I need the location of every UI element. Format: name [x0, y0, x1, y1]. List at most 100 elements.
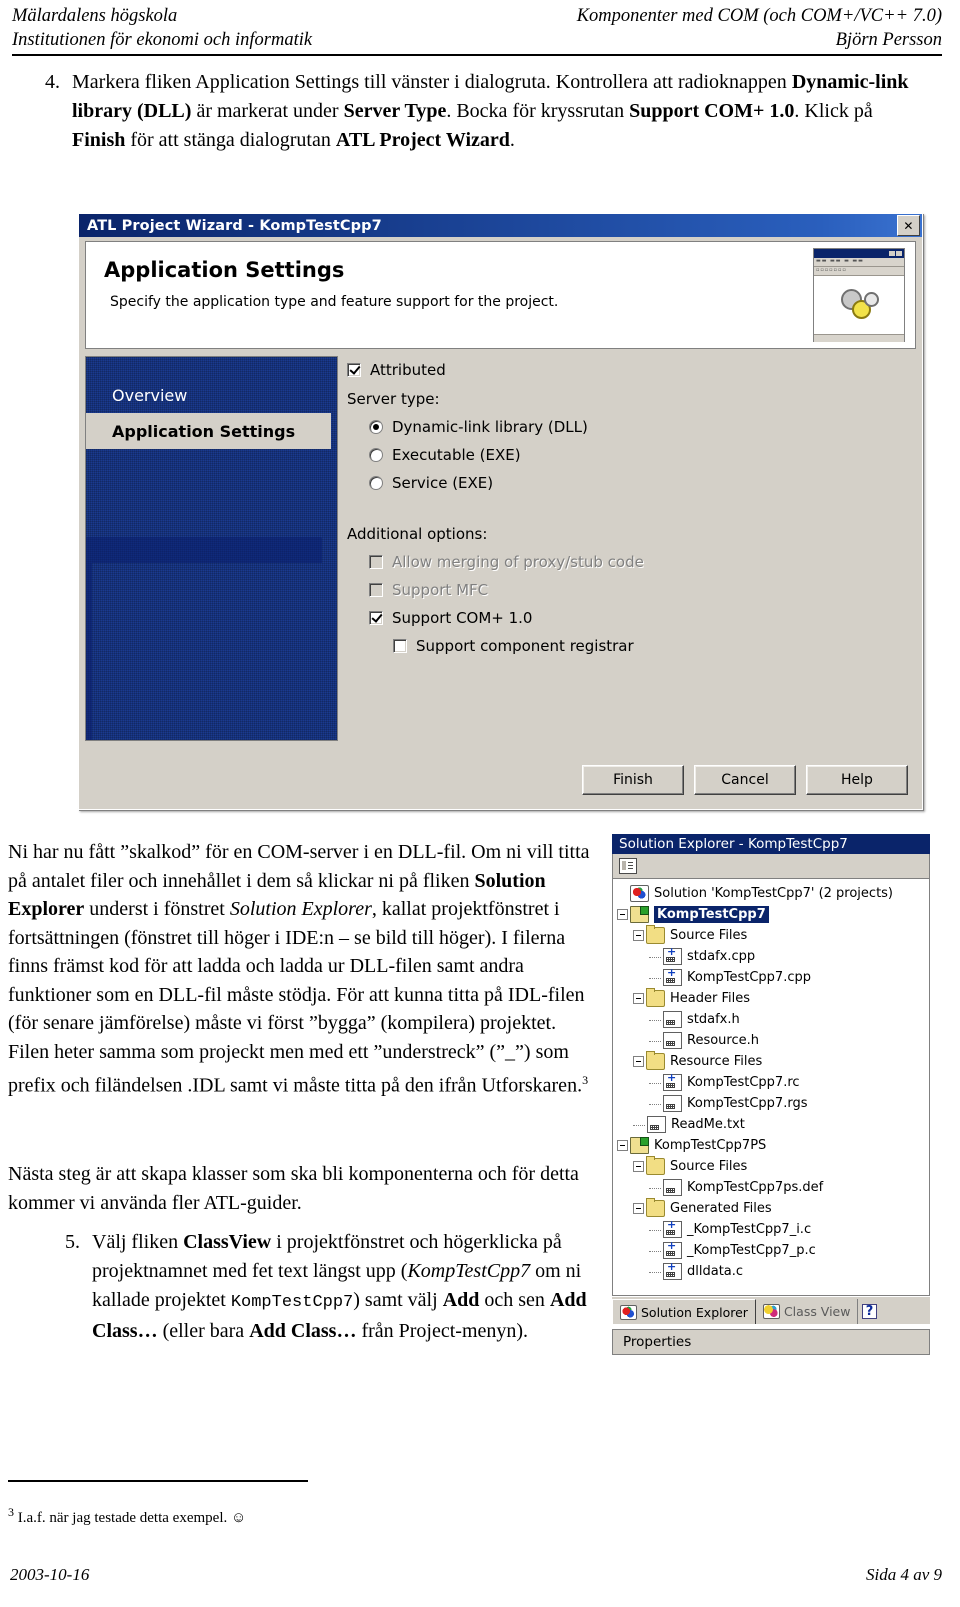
tree-item-project-komptestcpp7ps[interactable]: KompTestCpp7PS — [617, 1135, 929, 1156]
illustration-maximize-icon — [896, 251, 902, 256]
page-header: Mälardalens högskola Komponenter med COM… — [12, 4, 942, 56]
exe-radio[interactable] — [369, 448, 383, 462]
component-registrar-checkbox[interactable] — [393, 639, 407, 653]
radio-row-exe[interactable]: Executable (EXE) — [369, 441, 912, 469]
tree-connector — [649, 1229, 661, 1231]
checkbox-row-support-mfc: Support MFC — [369, 576, 912, 604]
support-com-plus-label: Support COM+ 1.0 — [392, 609, 533, 627]
tree-item-resource-files[interactable]: Resource Files — [617, 1051, 929, 1072]
tree-expander-minus-icon[interactable] — [633, 993, 644, 1004]
help-button[interactable]: Help — [806, 765, 908, 795]
tree-expander-minus-icon[interactable] — [633, 1203, 644, 1214]
solution-explorer-toolbar[interactable] — [612, 854, 930, 878]
tree-connector — [649, 1250, 661, 1252]
cpp-file-icon — [663, 967, 682, 986]
properties-label: Properties — [623, 1334, 692, 1350]
nav-item-application-settings-label: Application Settings — [112, 421, 296, 441]
tree-item-label: Source Files — [670, 1159, 748, 1174]
folder-icon — [646, 988, 665, 1007]
li5-bold-classview: ClassView — [183, 1231, 272, 1253]
close-icon[interactable]: ✕ — [897, 215, 920, 236]
finish-button[interactable]: Finish — [582, 765, 684, 795]
tree-item-header-files[interactable]: Header Files — [617, 988, 929, 1009]
tree-connector — [649, 1040, 661, 1042]
support-mfc-label: Support MFC — [392, 581, 489, 599]
support-com-plus-checkbox[interactable] — [369, 611, 383, 625]
li5-mono-project: KompTestCpp7 — [230, 1293, 354, 1312]
folder-icon — [646, 1051, 665, 1070]
tree-item-komptestcpp7-i-c[interactable]: _KompTestCpp7_i.c — [617, 1219, 929, 1240]
file-icon — [663, 1179, 682, 1196]
tree-item-project-komptestcpp7[interactable]: KompTestCpp7 — [617, 904, 929, 925]
list-item-4-text: Markera fliken Application Settings till… — [72, 68, 924, 155]
dll-radio[interactable] — [369, 420, 383, 434]
file-icon — [647, 1116, 666, 1133]
wizard-navigation-pane[interactable]: Overview Application Settings — [85, 356, 338, 741]
properties-panel-header[interactable]: Properties — [612, 1329, 930, 1355]
tree-item-komptestcpp7-cpp[interactable]: KompTestCpp7.cpp — [617, 967, 929, 988]
footnote-3: 3 I.a.f. när jag testade detta exempel. … — [8, 1505, 246, 1527]
header-author: Björn Persson — [835, 30, 942, 50]
para-b-text: Nästa steg är att skapa klasser som ska … — [8, 1163, 579, 1214]
li5-italic-project: KompTestCpp7 — [407, 1260, 531, 1282]
checkbox-row-support-com-plus[interactable]: Support COM+ 1.0 — [369, 604, 912, 632]
tree-item-komptestcpp7-p-c[interactable]: _KompTestCpp7_p.c — [617, 1240, 929, 1261]
tree-item-label: dlldata.c — [687, 1264, 744, 1279]
service-radio-label: Service (EXE) — [392, 474, 494, 492]
illustration-menubar: ▬▬ ▬▬ ▬ ▬▬ — [814, 258, 904, 267]
tree-item-stdafx-cpp[interactable]: stdafx.cpp — [617, 946, 929, 967]
tree-item-source-files-1[interactable]: Source Files — [617, 925, 929, 946]
tree-item-dlldata-c[interactable]: dlldata.c — [617, 1261, 929, 1282]
help-question-icon: ? — [861, 1304, 878, 1319]
tree-expander-minus-icon[interactable] — [633, 1056, 644, 1067]
tree-item-label: KompTestCpp7.cpp — [687, 970, 811, 985]
solution-explorer-tab-bar[interactable]: Solution Explorer Class View ? — [612, 1296, 930, 1324]
tree-expander-minus-icon[interactable] — [617, 1140, 628, 1151]
li5-seg5: och sen — [479, 1289, 550, 1311]
footnote-separator — [8, 1480, 308, 1482]
radio-row-dll[interactable]: Dynamic-link library (DLL) — [369, 413, 912, 441]
attributed-checkbox-row[interactable]: Attributed — [347, 356, 912, 384]
tree-expander-minus-icon[interactable] — [633, 930, 644, 941]
tree-expander-minus-icon[interactable] — [633, 1161, 644, 1172]
li4-bold-atl: ATL Project Wizard — [335, 129, 510, 151]
radio-row-service[interactable]: Service (EXE) — [369, 469, 912, 497]
tree-connector — [649, 1103, 661, 1105]
solution-explorer-panel[interactable]: Solution Explorer - KompTestCpp7 Solutio… — [612, 834, 930, 1369]
tree-item-generated-files[interactable]: Generated Files — [617, 1198, 929, 1219]
support-mfc-checkbox — [369, 583, 383, 597]
tree-item-stdafx-h[interactable]: stdafx.h — [617, 1009, 929, 1030]
service-radio[interactable] — [369, 476, 383, 490]
file-icon — [663, 1095, 682, 1112]
paragraph-next-step: Nästa steg är att skapa klasser som ska … — [8, 1160, 598, 1217]
tab-help[interactable]: ? — [858, 1299, 880, 1324]
nav-item-overview[interactable]: Overview — [86, 377, 337, 413]
checkbox-row-component-registrar[interactable]: Support component registrar — [393, 632, 912, 660]
tree-item-komptestcpp7-rc[interactable]: KompTestCpp7.rc — [617, 1072, 929, 1093]
tree-item-readme-txt[interactable]: ReadMe.txt — [617, 1114, 929, 1135]
tree-item-source-files-2[interactable]: Source Files — [617, 1156, 929, 1177]
li4-seg1: Markera fliken Application Settings till… — [72, 71, 792, 93]
attributed-checkbox[interactable] — [347, 363, 361, 377]
list-item-5-number: 5. — [65, 1231, 80, 1253]
nav-item-application-settings[interactable]: Application Settings — [86, 413, 331, 449]
footer-page-number: Sida 4 av 9 — [865, 1565, 942, 1584]
tree-item-komptestcpp7ps-def[interactable]: KompTestCpp7ps.def — [617, 1177, 929, 1198]
properties-icon[interactable] — [619, 858, 637, 874]
tree-item-solution[interactable]: Solution 'KompTestCpp7' (2 projects) — [617, 883, 929, 904]
tab-class-view[interactable]: Class View — [756, 1299, 859, 1324]
class-view-icon — [762, 1304, 780, 1319]
solution-explorer-tree[interactable]: Solution 'KompTestCpp7' (2 projects) Kom… — [612, 878, 930, 1296]
tree-expander-minus-icon[interactable] — [617, 909, 628, 920]
tab-solution-explorer[interactable]: Solution Explorer — [612, 1299, 756, 1324]
li4-seg5: för att stänga dialogrutan — [125, 129, 336, 151]
tree-item-komptestcpp7-rgs[interactable]: KompTestCpp7.rgs — [617, 1093, 929, 1114]
tree-connector — [649, 1019, 661, 1021]
atl-project-wizard-dialog[interactable]: ATL Project Wizard - KompTestCpp7 ✕ Appl… — [78, 213, 923, 810]
li4-bold-com: Support COM+ 1.0 — [629, 100, 795, 122]
tree-item-resource-h[interactable]: Resource.h — [617, 1030, 929, 1051]
cancel-button[interactable]: Cancel — [694, 765, 796, 795]
tree-connector — [649, 956, 661, 958]
li5-seg4: ) samt välj — [353, 1289, 443, 1311]
list-item-5: 5. Välj fliken ClassView i projektfönstr… — [42, 1228, 602, 1346]
